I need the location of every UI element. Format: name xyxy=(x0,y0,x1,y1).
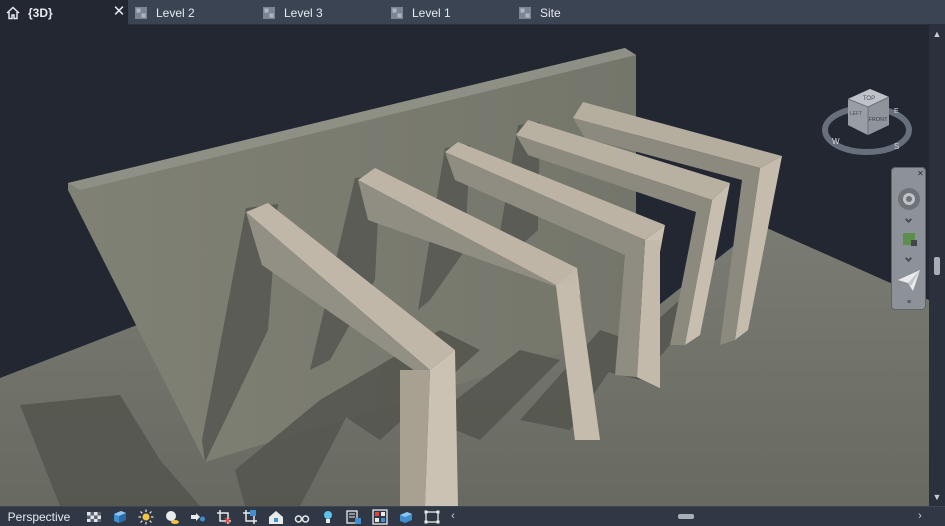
viewcube-top-label[interactable]: TOP xyxy=(863,96,875,102)
tab-label: Level 1 xyxy=(412,5,451,20)
compass-s-label[interactable]: S xyxy=(894,142,899,151)
tab-label: Site xyxy=(540,5,561,20)
home-icon xyxy=(6,5,20,19)
view-mode-label[interactable]: Perspective xyxy=(0,507,78,526)
temporary-hide-isolate-icon[interactable] xyxy=(294,509,310,525)
zoom-icon[interactable] xyxy=(895,228,923,252)
reveal-constraints-icon[interactable] xyxy=(398,509,414,525)
scroll-down-icon[interactable]: ▼ xyxy=(929,490,945,504)
detail-level-icon[interactable] xyxy=(86,509,102,525)
visual-style-icon[interactable] xyxy=(112,509,128,525)
worksharing-display-icon[interactable] xyxy=(372,509,388,525)
tab-label: {3D} xyxy=(28,5,53,20)
scroll-right-icon[interactable]: › xyxy=(913,507,927,526)
reveal-hidden-elements-icon[interactable] xyxy=(320,509,336,525)
floor-plan-icon xyxy=(519,6,531,19)
floor-plan-icon xyxy=(263,6,275,19)
3d-model-scene xyxy=(0,48,929,506)
3d-viewport[interactable]: TOP FRONT LEFT W S E ✕ ≡ xyxy=(0,25,929,506)
tab-level-2[interactable]: Level 2 xyxy=(134,0,258,25)
close-icon[interactable]: ✕ xyxy=(112,4,126,19)
horizontal-scroll-thumb[interactable] xyxy=(678,514,694,519)
tab-label: Level 3 xyxy=(284,5,323,20)
show-crop-region-icon[interactable] xyxy=(242,509,258,525)
shadows-icon[interactable] xyxy=(164,509,180,525)
close-icon[interactable]: ✕ xyxy=(916,169,925,178)
navigation-bar: ✕ ≡ xyxy=(891,167,926,310)
horizontal-scrollbar[interactable]: ‹ › xyxy=(446,507,929,526)
viewcube-graphic: TOP FRONT LEFT W S E xyxy=(822,89,912,155)
render-icon[interactable] xyxy=(190,509,206,525)
lock-3d-view-icon[interactable] xyxy=(268,509,284,525)
fly-icon[interactable] xyxy=(895,266,923,294)
tab-level-3[interactable]: Level 3 xyxy=(262,0,386,25)
vertical-scroll-thumb[interactable] xyxy=(934,257,940,275)
tab-site[interactable]: Site xyxy=(518,0,642,25)
floor-plan-icon xyxy=(391,6,403,19)
show-analytical-model-icon[interactable] xyxy=(424,509,440,525)
view-control-bar: Perspective ‹ › xyxy=(0,506,945,526)
temporary-view-properties-icon[interactable] xyxy=(346,509,362,525)
viewcube-left-label[interactable]: LEFT xyxy=(850,111,862,117)
sun-path-icon[interactable] xyxy=(138,509,154,525)
tab-3d[interactable]: {3D} ✕ xyxy=(0,0,128,25)
viewcube-front-label[interactable]: FRONT xyxy=(869,117,889,123)
chevron-down-icon[interactable] xyxy=(904,254,913,263)
floor-plan-icon xyxy=(135,6,147,19)
compass-e-label[interactable]: E xyxy=(894,108,899,115)
scroll-left-icon[interactable]: ‹ xyxy=(446,507,460,526)
tab-level-1[interactable]: Level 1 xyxy=(390,0,514,25)
revit-3d-view-window: {3D} ✕ Level 2 Level 3 Level 1 Site TOP … xyxy=(0,0,945,526)
scroll-up-icon[interactable]: ▲ xyxy=(929,27,945,41)
chevron-down-icon[interactable] xyxy=(904,215,913,224)
viewcube[interactable]: TOP FRONT LEFT W S E xyxy=(822,85,912,157)
tab-label: Level 2 xyxy=(156,5,195,20)
crop-view-icon[interactable] xyxy=(216,509,232,525)
compass-w-label[interactable]: W xyxy=(832,137,840,146)
full-navigation-wheel-icon[interactable] xyxy=(895,184,923,214)
navbar-options-icon[interactable]: ≡ xyxy=(905,299,913,307)
vertical-scrollbar[interactable]: ▲ ▼ xyxy=(929,25,945,506)
view-tab-bar: {3D} ✕ Level 2 Level 3 Level 1 Site xyxy=(0,0,945,25)
